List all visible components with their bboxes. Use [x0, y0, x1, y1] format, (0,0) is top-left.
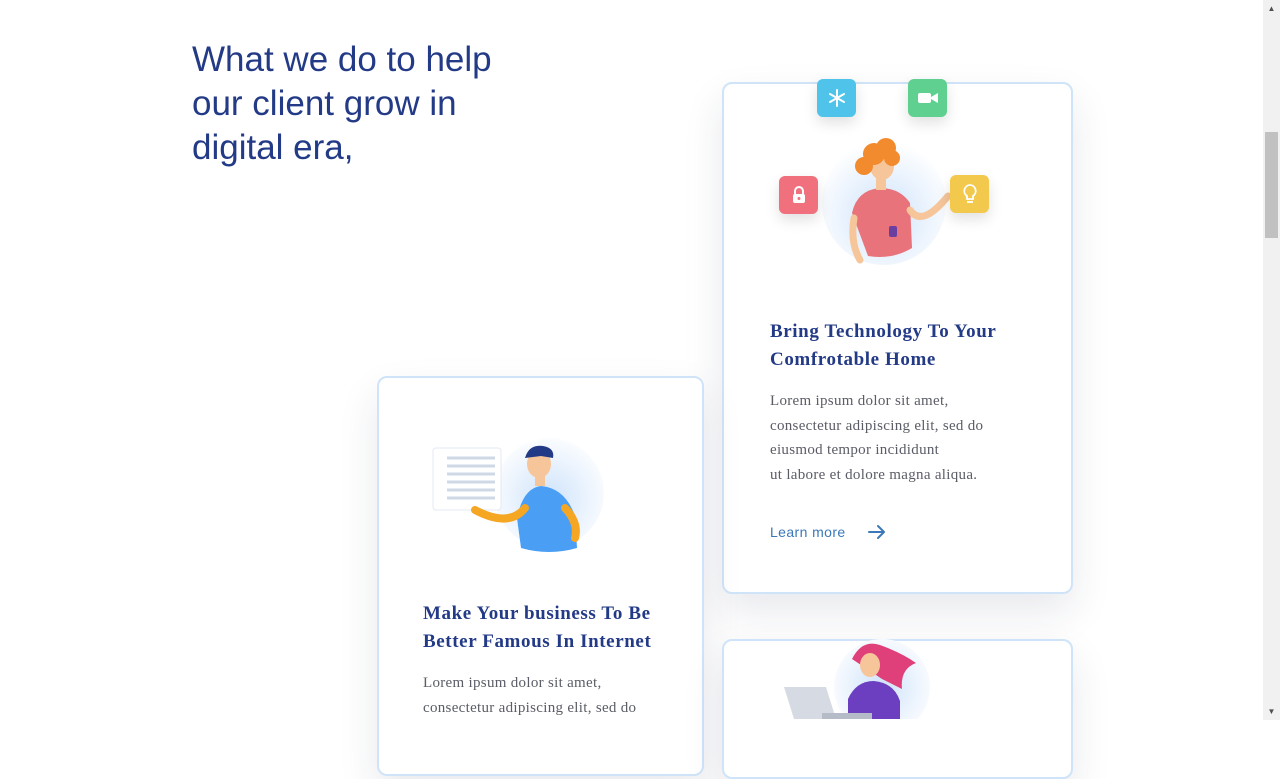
lock-icon: [792, 186, 805, 203]
lightbulb-icon: [962, 184, 977, 203]
lightbulb-badge: [950, 175, 989, 213]
person-document-illustration: [432, 438, 604, 552]
service-card-business: Make Your business To Be Better Famous I…: [377, 376, 704, 776]
card-title: Make Your business To Be Better Famous I…: [423, 600, 651, 656]
service-card-third: [722, 639, 1073, 779]
heading-line: What we do to help: [192, 40, 492, 79]
card-body-line: ut labore et dolore magna aliqua.: [770, 466, 978, 483]
card-body-line: eiusmod tempor incididunt: [770, 442, 940, 458]
card-title-line: Make Your business To Be: [423, 603, 651, 624]
vertical-scrollbar[interactable]: ▲ ▼: [1263, 0, 1280, 720]
person-laptop-illustration: [784, 639, 930, 719]
card-title-line: Better Famous In Internet: [423, 631, 652, 652]
heading-line: our client grow in: [192, 84, 457, 123]
card-body-line: Lorem ipsum dolor sit amet,: [770, 393, 949, 409]
service-card-technology: Bring Technology To Your Comfrotable Hom…: [722, 79, 1073, 594]
section-heading: What we do to help our client grow in di…: [192, 38, 522, 170]
card-description: Lorem ipsum dolor sit amet, consectetur …: [423, 671, 636, 720]
snowflake-icon: [828, 89, 845, 107]
card-body-line: consectetur adipiscing elit, sed do: [423, 699, 637, 716]
card-body-line: Lorem ipsum dolor sit amet,: [423, 675, 602, 691]
card-description: Lorem ipsum dolor sit amet, consectetur …: [770, 389, 983, 487]
snowflake-badge: [817, 79, 856, 117]
card-title: Bring Technology To Your Comfrotable Hom…: [770, 318, 996, 374]
heading-line: digital era,: [192, 128, 354, 167]
lock-badge: [779, 176, 818, 214]
card-title-line: Comfrotable Home: [770, 349, 936, 370]
video-badge: [908, 79, 947, 117]
learn-more-link[interactable]: Learn more: [770, 524, 886, 540]
learn-more-label: Learn more: [770, 524, 846, 540]
person-phone-illustration: [822, 138, 952, 265]
card-body-line: consectetur adipiscing elit, sed do: [770, 417, 984, 434]
scroll-thumb[interactable]: [1265, 132, 1278, 238]
card-title-line: Bring Technology To Your: [770, 321, 997, 342]
video-camera-icon: [917, 93, 938, 103]
scroll-down-arrow-icon[interactable]: ▼: [1263, 703, 1280, 720]
arrow-right-icon: [867, 525, 885, 539]
scroll-up-arrow-icon[interactable]: ▲: [1263, 0, 1280, 17]
